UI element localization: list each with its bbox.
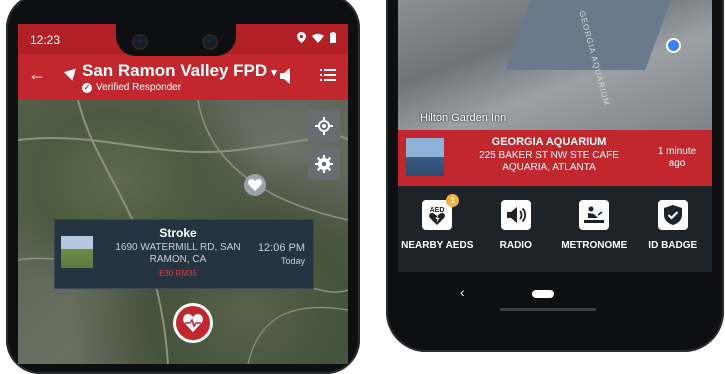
aed-map-marker[interactable]: [244, 174, 266, 196]
heart-pulse-icon: [248, 179, 262, 191]
location-map[interactable]: GEORGIA AQUARIUM Hilton Garden Inn: [398, 0, 712, 130]
incident-address: 1690 WATERMILL RD, SAN RAMON, CA: [115, 242, 241, 265]
id-badge-button[interactable]: ID BADGE: [636, 200, 710, 251]
left-phone: 12:23 ← San Ramon Valley FPD ▾ ✓ Verified…: [6, 0, 360, 374]
crosshair-icon: [315, 117, 333, 135]
radio-speaker-icon: [500, 200, 531, 230]
responding-units: E30 RM35: [159, 269, 197, 278]
location-address: 225 BAKER ST NW STE CAFE AQUARIA, ATLANT…: [454, 150, 644, 174]
id-badge-shield-icon: [657, 200, 688, 230]
left-screen: 12:23 ← San Ramon Valley FPD ▾ ✓ Verified…: [18, 24, 348, 364]
incident-location-thumbnail: [61, 236, 93, 268]
my-location-button[interactable]: [308, 110, 340, 142]
svg-text:AED: AED: [430, 207, 445, 214]
front-camera-icon: [134, 36, 146, 48]
location-name: GEORGIA AQUARIUM: [491, 136, 607, 148]
address-line-1: 225 BAKER ST NW STE CAFE: [479, 150, 619, 161]
verified-badge-icon: ✓: [82, 82, 92, 93]
radio-label: RADIO: [499, 240, 532, 251]
aed-count-badge: 1: [446, 194, 460, 207]
speaker-icon[interactable]: [280, 68, 294, 84]
battery-icon: [330, 32, 336, 43]
metronome-button[interactable]: METRONOME: [557, 200, 631, 251]
gear-icon: [315, 155, 333, 173]
chevron-down-icon: ▾: [271, 67, 277, 79]
status-icons: [297, 32, 336, 43]
status-time: 12:23: [30, 33, 61, 47]
right-phone: GEORGIA AQUARIUM Hilton Garden Inn GEORG…: [386, 0, 724, 352]
id-badge-label: ID BADGE: [648, 240, 698, 251]
nearby-aeds-button[interactable]: AED 1 NEARBY AEDS: [400, 194, 474, 251]
location-thumbnail: [406, 138, 444, 176]
action-bar: AED 1 NEARBY AEDS RADIO METRONOME ID BAD…: [398, 186, 712, 272]
system-nav-bar: ‹: [398, 272, 712, 332]
nav-home-pill[interactable]: [532, 290, 554, 298]
address-line-2: AQUARIA, ATLANTA: [502, 162, 596, 173]
verified-label: Verified Responder: [96, 82, 182, 93]
agency-title: San Ramon Valley FPD: [82, 61, 268, 80]
aed-icon: AED 1: [422, 194, 460, 230]
back-arrow-icon[interactable]: ←: [28, 64, 46, 85]
metronome-label: METRONOME: [561, 240, 628, 251]
location-banner[interactable]: GEORGIA AQUARIUM 225 BAKER ST NW STE CAF…: [398, 130, 712, 186]
incident-time: 12:06 PM: [257, 242, 305, 254]
incident-map-marker[interactable]: [176, 306, 210, 340]
nearby-aeds-label: NEARBY AEDS: [401, 240, 474, 251]
nav-gesture-line: [500, 308, 596, 311]
app-toolbar: ← San Ramon Valley FPD ▾ ✓ Verified Respo…: [18, 54, 348, 100]
list-menu-icon[interactable]: [320, 68, 336, 82]
verified-responder: ✓ Verified Responder: [82, 82, 181, 93]
heart-pulse-icon: [183, 314, 203, 332]
incident-card[interactable]: Stroke 1690 WATERMILL RD, SAN RAMON, CA …: [54, 219, 314, 289]
radio-button[interactable]: RADIO: [479, 200, 553, 251]
map-place-label: Hilton Garden Inn: [420, 112, 507, 124]
time-ago: 1 minute ago: [657, 146, 697, 169]
nav-back-icon[interactable]: ‹: [460, 284, 465, 300]
right-screen: GEORGIA AQUARIUM Hilton Garden Inn GEORG…: [398, 0, 712, 332]
user-location-dot: [668, 40, 679, 51]
metronome-cpr-icon: [579, 200, 610, 230]
aed-heart-icon: AED: [429, 207, 446, 225]
front-sensor-icon: [204, 36, 216, 48]
agency-selector[interactable]: San Ramon Valley FPD ▾: [82, 61, 277, 81]
incident-type: Stroke: [159, 226, 197, 240]
phone-notch: [116, 22, 236, 56]
incident-day: Today: [280, 256, 305, 266]
wifi-icon: [312, 33, 324, 43]
map-settings-button[interactable]: [308, 148, 340, 180]
navigation-arrow-icon: [63, 64, 81, 81]
location-pin-icon: [297, 32, 306, 43]
